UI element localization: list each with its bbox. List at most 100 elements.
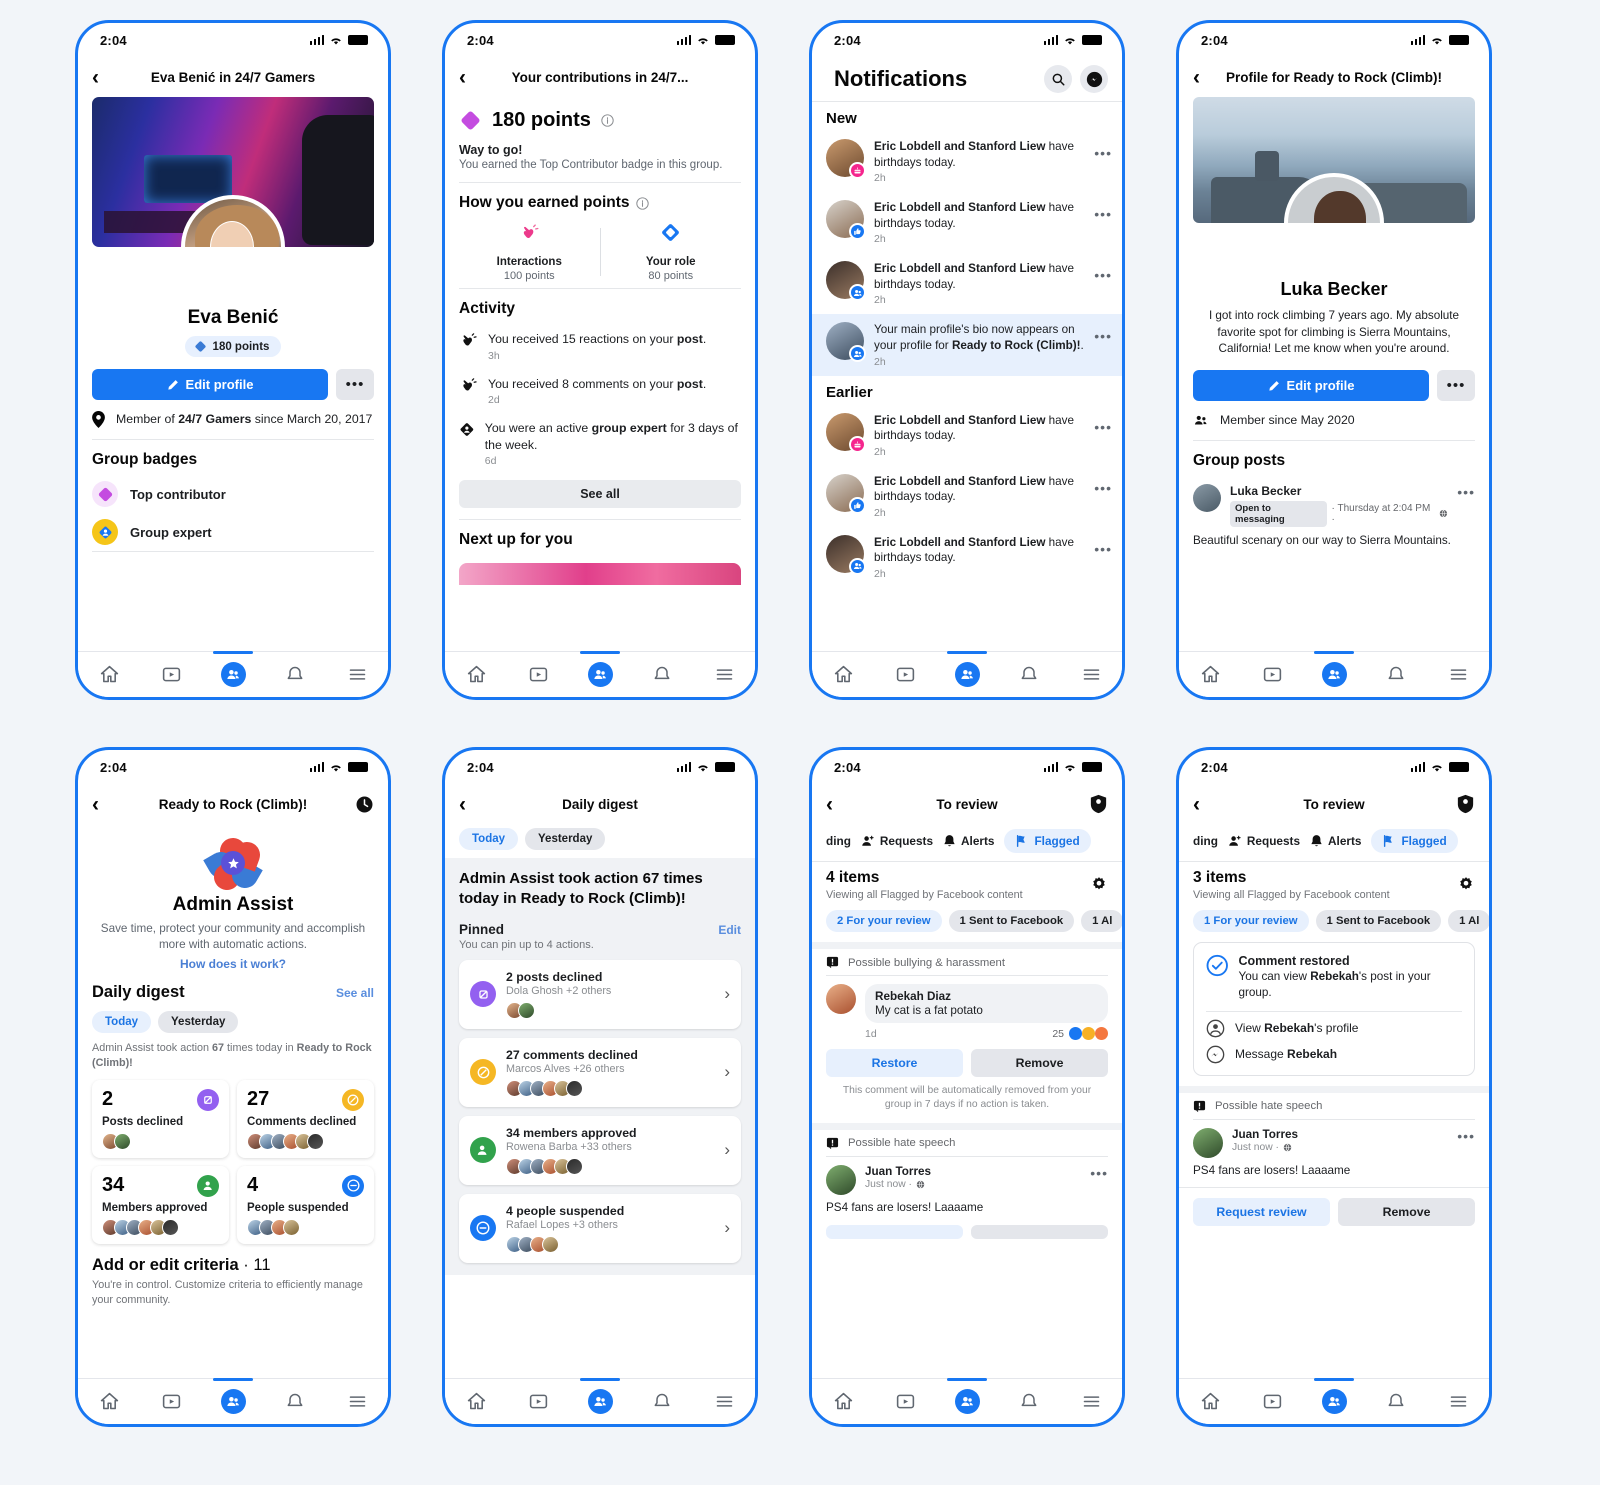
tab-home[interactable] (455, 1385, 497, 1419)
chip-alerts[interactable]: 1 Al (1448, 910, 1489, 932)
back-button[interactable]: ‹ (92, 794, 114, 815)
messenger-button[interactable] (1080, 65, 1108, 93)
tab-menu[interactable] (1437, 658, 1479, 692)
stat-card-comments-declined[interactable]: 27 Comments declined (237, 1079, 374, 1158)
post-more-button[interactable]: ••• (1457, 1128, 1475, 1144)
tab-video[interactable] (884, 658, 926, 692)
tab-menu[interactable] (1437, 1385, 1479, 1419)
next-up-card[interactable] (459, 563, 741, 586)
tab-notifications[interactable] (274, 1385, 316, 1419)
flagged-post[interactable]: Juan Torres Just now · ••• (812, 1157, 1122, 1195)
request-review-button[interactable] (826, 1224, 963, 1239)
notification-more-button[interactable]: ••• (1094, 139, 1112, 161)
tab-home[interactable] (1189, 1385, 1231, 1419)
view-profile-action[interactable]: View Rebekah's profile (1194, 1012, 1474, 1045)
activity-item[interactable]: You received 15 reactions on your post. … (459, 324, 741, 369)
tab-video[interactable] (150, 1385, 192, 1419)
shield-icon[interactable] (1456, 794, 1475, 814)
tab-home[interactable] (822, 1385, 864, 1419)
tab-flagged[interactable]: Flagged (1371, 829, 1458, 853)
search-button[interactable] (1044, 65, 1072, 93)
tab-home[interactable] (455, 658, 497, 692)
tab-notifications[interactable] (1375, 1385, 1417, 1419)
chevron-right-icon[interactable]: › (724, 1062, 730, 1082)
tab-requests[interactable]: Requests (1228, 834, 1300, 848)
chevron-right-icon[interactable]: › (724, 984, 730, 1004)
cover-photo[interactable] (1193, 97, 1475, 223)
tab-video[interactable] (150, 658, 192, 692)
tab-video[interactable] (1251, 1385, 1293, 1419)
chip-yesterday[interactable]: Yesterday (525, 828, 606, 850)
edit-profile-button[interactable]: Edit profile (92, 369, 328, 400)
tab-alerts[interactable]: Alerts (1310, 834, 1361, 848)
tab-home[interactable] (88, 658, 130, 692)
tab-menu[interactable] (336, 658, 378, 692)
notification-more-button[interactable]: ••• (1094, 413, 1112, 435)
more-options-button[interactable]: ••• (336, 369, 374, 400)
tab-flagged[interactable]: Flagged (1004, 829, 1091, 853)
tab-home[interactable] (88, 1385, 130, 1419)
tab-home[interactable] (822, 658, 864, 692)
tab-groups[interactable] (946, 650, 988, 692)
clock-icon[interactable] (355, 795, 374, 814)
chevron-right-icon[interactable]: › (724, 1218, 730, 1238)
tab-menu[interactable] (336, 1385, 378, 1419)
badge-row-group-expert[interactable]: Group expert (92, 513, 374, 551)
notification-item[interactable]: Eric Lobdell and Stanford Liew have birt… (812, 405, 1122, 466)
digest-card-comments-declined[interactable]: 27 comments declined Marcos Alves +26 ot… (459, 1037, 741, 1107)
stat-card-posts-declined[interactable]: 2 Posts declined (92, 1079, 229, 1158)
remove-button[interactable]: Remove (1338, 1197, 1475, 1226)
tab-groups[interactable] (946, 1377, 988, 1419)
group-post[interactable]: Luka Becker Open to messaging · Thursday… (1193, 476, 1475, 527)
tab-alerts[interactable]: Alerts (943, 834, 994, 848)
reaction-summary[interactable]: 25 (1052, 1027, 1108, 1040)
notification-item[interactable]: Eric Lobdell and Stanford Liew have birt… (812, 253, 1122, 314)
chip-alerts[interactable]: 1 Al (1081, 910, 1122, 932)
digest-card-people-suspended[interactable]: 4 people suspended Rafael Lopes +3 other… (459, 1193, 741, 1263)
pinned-edit-link[interactable]: Edit (718, 923, 741, 937)
chip-today[interactable]: Today (92, 1010, 152, 1033)
cover-photo[interactable] (92, 97, 374, 247)
gear-icon[interactable] (1457, 876, 1475, 894)
chip-sent-to-facebook[interactable]: 1 Sent to Facebook (1315, 910, 1442, 932)
activity-item[interactable]: You were an active group expert for 3 da… (459, 413, 741, 474)
badge-row-top-contributor[interactable]: Top contributor (92, 475, 374, 513)
notification-more-button[interactable]: ••• (1094, 535, 1112, 557)
flagged-comment[interactable]: Rebekah Diaz My cat is a fat potato (812, 976, 1122, 1023)
tab-pending[interactable]: ding (1193, 834, 1218, 848)
stat-card-people-suspended[interactable]: 4 People suspended (237, 1165, 374, 1244)
message-action[interactable]: Message Rebekah (1194, 1045, 1474, 1075)
remove-button[interactable] (971, 1224, 1108, 1239)
how-does-it-work-link[interactable]: How does it work? (78, 957, 388, 971)
back-button[interactable]: ‹ (459, 67, 481, 88)
tab-notifications[interactable] (1008, 1385, 1050, 1419)
tab-menu[interactable] (703, 658, 745, 692)
gear-icon[interactable] (1090, 876, 1108, 894)
see-all-button[interactable]: See all (459, 480, 741, 509)
tab-groups[interactable] (1313, 1377, 1355, 1419)
tab-groups[interactable] (212, 1377, 254, 1419)
notification-item[interactable]: Eric Lobdell and Stanford Liew have birt… (812, 131, 1122, 192)
post-more-button[interactable]: ••• (1457, 484, 1475, 500)
tab-notifications[interactable] (641, 1385, 683, 1419)
back-button[interactable]: ‹ (1193, 67, 1215, 88)
edit-profile-button[interactable]: Edit profile (1193, 370, 1429, 402)
tab-pending[interactable]: ding (826, 834, 851, 848)
digest-card-members-approved[interactable]: 34 members approved Rowena Barba +33 oth… (459, 1115, 741, 1185)
shield-icon[interactable] (1089, 794, 1108, 814)
back-button[interactable]: ‹ (826, 794, 848, 815)
info-icon[interactable] (601, 114, 614, 127)
chip-sent-to-facebook[interactable]: 1 Sent to Facebook (948, 910, 1075, 932)
tab-groups[interactable] (212, 650, 254, 692)
notification-more-button[interactable]: ••• (1094, 200, 1112, 222)
restore-button[interactable]: Restore (826, 1049, 963, 1077)
tab-notifications[interactable] (1008, 658, 1050, 692)
tab-video[interactable] (884, 1385, 926, 1419)
tab-notifications[interactable] (1375, 658, 1417, 692)
digest-card-posts-declined[interactable]: 2 posts declined Dola Ghosh +2 others › (459, 959, 741, 1029)
notification-item-highlighted[interactable]: Your main profile's bio now appears on y… (812, 314, 1122, 376)
stat-card-members-approved[interactable]: 34 Members approved (92, 1165, 229, 1244)
tab-home[interactable] (1189, 658, 1231, 692)
notification-item[interactable]: Eric Lobdell and Stanford Liew have birt… (812, 527, 1122, 588)
tab-groups[interactable] (579, 1377, 621, 1419)
